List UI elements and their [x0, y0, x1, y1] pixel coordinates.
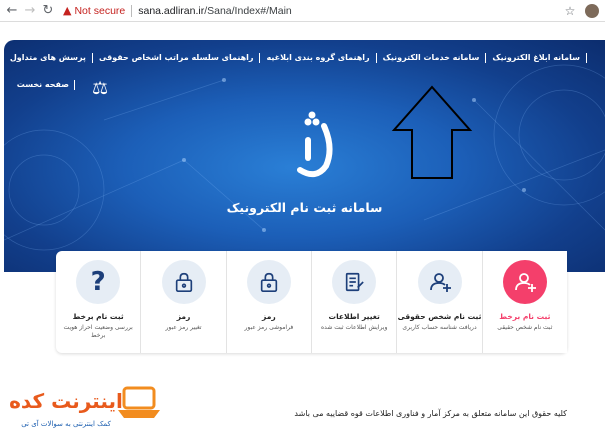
hero-title: سامانه ثبت نام الکترونیک [226, 200, 383, 215]
add-user-icon [502, 260, 547, 304]
address-bar[interactable]: ▲ Not secure sana.adliran.ir/Sana/Index#… [59, 2, 292, 20]
card-subtitle: بررسی وضعیت احراز هویت برخط [63, 324, 133, 339]
nav-item-electronic-services[interactable]: سامانه خدمات الکترونیک [377, 53, 487, 63]
top-nav: سامانه ابلاغ الکترونیک سامانه خدمات الکت… [4, 53, 587, 63]
lock-icon [246, 260, 291, 304]
edit-document-icon [332, 260, 377, 304]
browser-toolbar: ← → ↻ ▲ Not secure sana.adliran.ir/Sana/… [0, 0, 605, 22]
card-change-info[interactable]: تغییر اطلاعات ویرایش اطلاعات ثبت شده [311, 251, 396, 353]
reload-icon[interactable]: ↻ [39, 2, 57, 20]
watermark-name: اینترنت کده [9, 389, 123, 413]
service-cards: ثبت نام برخط ثبت نام شخص حقیقی ثبت نام ش… [56, 251, 567, 353]
url-text[interactable]: sana.adliran.ir/Sana/Index#/Main [138, 5, 292, 17]
card-subtitle: تغییر رمز عبور [165, 324, 202, 331]
card-subtitle: ویرایش اطلاعات ثبت شده [321, 324, 388, 331]
watermark-logo: اینترنت کده کمک اینترنتی به سوالات آی تی [9, 386, 160, 428]
sana-logo [297, 111, 333, 178]
warning-icon[interactable]: ▲ [63, 4, 71, 17]
card-title: ثبت نام برخط [72, 312, 124, 321]
card-subtitle: دریافت شناسه حساب کاربری [402, 324, 477, 331]
profile-avatar[interactable] [585, 4, 599, 18]
add-user-icon [417, 260, 462, 304]
card-change-password[interactable]: رمز تغییر رمز عبور [140, 251, 225, 353]
nav-item-faq[interactable]: پرسش های متداول [4, 53, 93, 63]
back-arrow-icon[interactable]: ← [3, 2, 21, 20]
card-title: رمز [176, 312, 191, 321]
watermark-tagline: کمک اینترنتی به سوالات آی تی [21, 419, 111, 428]
lock-icon [161, 260, 206, 304]
nav-item-notice-grouping-guide[interactable]: راهنمای گروه بندی ابلاغیه [260, 53, 377, 63]
card-title: ثبت نام شخص حقوقی [397, 312, 482, 321]
question-icon: ? [76, 260, 121, 304]
nav-item-notification-system[interactable]: سامانه ابلاغ الکترونیک [486, 53, 587, 63]
nav-item-home[interactable]: صفحه نخست [17, 80, 75, 90]
card-online-registration[interactable]: ثبت نام برخط ثبت نام شخص حقیقی [481, 251, 567, 353]
forward-arrow-icon[interactable]: → [21, 2, 39, 20]
card-legal-person-registration[interactable]: ثبت نام شخص حقوقی دریافت شناسه حساب کارب… [396, 251, 481, 353]
justice-scale-icon: ⚖ [92, 78, 109, 99]
annotation-up-arrow [391, 85, 473, 179]
copyright-text: کلیه حقوق این سامانه متعلق به مرکز آمار … [294, 409, 567, 418]
card-title: رمز [262, 312, 276, 321]
divider [131, 4, 133, 17]
card-title: تغییر اطلاعات [328, 312, 380, 321]
nav-item-legal-hierarchy-guide[interactable]: راهنمای سلسله مراتب اشخاص حقوقی [93, 53, 261, 63]
card-forgot-password[interactable]: رمز فراموشی رمز عبور [225, 251, 311, 353]
card-title: ثبت نام برخط [499, 312, 551, 321]
hero-banner: سامانه ابلاغ الکترونیک سامانه خدمات الکت… [4, 40, 605, 272]
card-check-status[interactable]: ? ثبت نام برخط بررسی وضعیت احراز هویت بر… [56, 251, 140, 353]
security-label[interactable]: Not secure [74, 5, 125, 17]
bookmark-star-icon[interactable]: ☆ [561, 4, 579, 18]
card-subtitle: فراموشی رمز عبور [244, 324, 294, 331]
card-subtitle: ثبت نام شخص حقیقی [497, 324, 553, 331]
